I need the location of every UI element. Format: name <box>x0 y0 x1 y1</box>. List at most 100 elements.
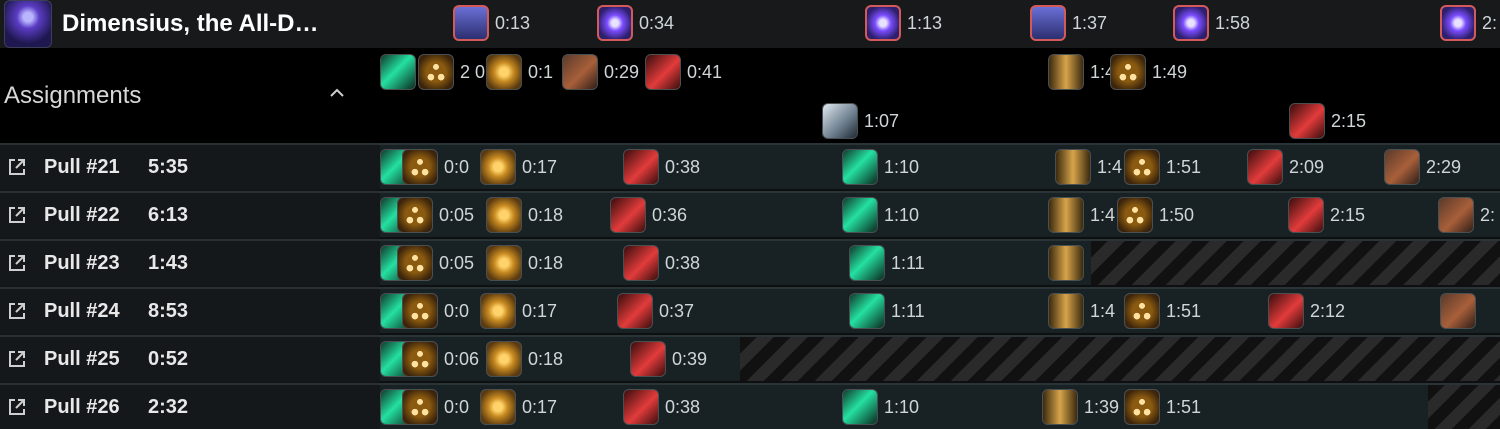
wing-icon[interactable] <box>562 54 598 90</box>
external-link-icon[interactable] <box>6 396 28 418</box>
pull-timeline-row: 0:050:180:381:111:40 <box>380 239 1500 285</box>
swirl-icon[interactable] <box>480 389 516 425</box>
green-icon[interactable] <box>842 389 878 425</box>
timeline-panel: 0:13 0:34 1:13 1:37 1:58 2: 2 0:0 0:1 0:29 0:41 1… <box>380 0 1500 429</box>
pull-row[interactable]: Pull #21 5:35 <box>0 143 380 189</box>
event-time: 0:17 <box>522 301 558 321</box>
gold-icon[interactable] <box>1124 149 1160 185</box>
event-time: 1:11 <box>891 253 925 273</box>
swirl-icon[interactable] <box>486 197 522 233</box>
event-time: 2: <box>1482 13 1498 33</box>
wing-icon[interactable] <box>1440 293 1476 329</box>
red-icon[interactable] <box>630 341 666 377</box>
chev-icon[interactable] <box>1042 389 1078 425</box>
event-time: 2:12 <box>1310 301 1346 321</box>
assignments-timeline: 2 0:0 0:1 0:29 0:41 1:40 1:49 1:07 2:15 <box>380 48 1500 143</box>
swirl-icon[interactable] <box>480 149 516 185</box>
no-data-hatch <box>1428 385 1500 429</box>
red-icon[interactable] <box>623 245 659 281</box>
event-time: 0:41 <box>687 62 723 82</box>
gold-icon[interactable] <box>418 54 454 90</box>
event-time: 1:49 <box>1152 62 1188 82</box>
green-icon[interactable] <box>842 197 878 233</box>
event-time: 1:4 <box>1090 205 1116 225</box>
swirl-icon[interactable] <box>480 293 516 329</box>
external-link-icon[interactable] <box>6 204 28 226</box>
gold-icon[interactable] <box>402 341 438 377</box>
event-time: 0:38 <box>665 397 701 417</box>
gold-icon[interactable] <box>402 293 438 329</box>
gold-icon[interactable] <box>1110 54 1146 90</box>
chev-icon[interactable] <box>1048 245 1084 281</box>
pull-row[interactable]: Pull #23 1:43 <box>0 239 380 285</box>
green-icon[interactable] <box>380 54 416 90</box>
pull-duration: 8:53 <box>148 299 189 322</box>
red-icon[interactable] <box>645 54 681 90</box>
pull-row[interactable]: Pull #24 8:53 <box>0 287 380 333</box>
external-link-icon[interactable] <box>6 300 28 322</box>
event-time: 2: <box>1480 205 1496 225</box>
pull-duration: 2:32 <box>148 395 189 418</box>
chev-icon[interactable] <box>1048 54 1084 90</box>
pull-duration: 6:13 <box>148 203 189 226</box>
arcane-icon[interactable] <box>597 5 633 41</box>
external-link-icon[interactable] <box>6 156 28 178</box>
swirl-icon[interactable] <box>486 54 522 90</box>
red-icon[interactable] <box>617 293 653 329</box>
event-time: 0:37 <box>659 301 695 321</box>
pull-row[interactable]: Pull #25 0:52 <box>0 335 380 381</box>
no-data-hatch <box>1091 241 1500 285</box>
external-link-icon[interactable] <box>6 252 28 274</box>
red-icon[interactable] <box>1247 149 1283 185</box>
boss-avatar <box>4 0 52 48</box>
assignments-section[interactable]: Assignments <box>0 48 380 143</box>
event-time: 0:0 <box>444 397 470 417</box>
red-icon[interactable] <box>1288 197 1324 233</box>
red-icon[interactable] <box>623 149 659 185</box>
ghost-icon[interactable] <box>822 103 858 139</box>
green-icon[interactable] <box>849 293 885 329</box>
red-icon[interactable] <box>1268 293 1304 329</box>
swirl-icon[interactable] <box>486 341 522 377</box>
gold-icon[interactable] <box>397 197 433 233</box>
gold-icon[interactable] <box>402 389 438 425</box>
gold-icon[interactable] <box>1117 197 1153 233</box>
event-time: 1:51 <box>1166 301 1202 321</box>
chevron-up-icon[interactable] <box>328 84 346 102</box>
event-time: 1:58 <box>1215 13 1251 33</box>
event-time: 1:39 <box>1084 397 1120 417</box>
pull-timeline-row: 0:0 0:17 0:38 1:10 1:4 1:51 2:09 2:29 <box>380 143 1500 189</box>
external-link-icon[interactable] <box>6 348 28 370</box>
green-icon[interactable] <box>849 245 885 281</box>
arcane-icon[interactable] <box>1440 5 1476 41</box>
event-time: 0:18 <box>528 205 564 225</box>
swirl-icon[interactable] <box>486 245 522 281</box>
pillar-icon[interactable] <box>453 5 489 41</box>
green-icon[interactable] <box>842 149 878 185</box>
red-icon[interactable] <box>1289 103 1325 139</box>
red-icon[interactable] <box>610 197 646 233</box>
event-time: 0:38 <box>665 157 701 177</box>
red-icon[interactable] <box>623 389 659 425</box>
pull-timeline-row: 0:06 0:18 0:39 <box>380 335 1500 381</box>
boss-header[interactable]: Dimensius, the All-D… <box>0 0 380 48</box>
boss-name: Dimensius, the All-D… <box>62 10 319 37</box>
gold-icon[interactable] <box>397 245 433 281</box>
wing-icon[interactable] <box>1384 149 1420 185</box>
gold-icon[interactable] <box>1124 389 1160 425</box>
chev-icon[interactable] <box>1048 293 1084 329</box>
gold-icon[interactable] <box>1124 293 1160 329</box>
pull-row[interactable]: Pull #22 6:13 <box>0 191 380 237</box>
pillar-icon[interactable] <box>1030 5 1066 41</box>
chev-icon[interactable] <box>1055 149 1091 185</box>
arcane-icon[interactable] <box>1173 5 1209 41</box>
pull-row[interactable]: Pull #26 2:32 <box>0 383 380 429</box>
event-time: 1:10 <box>884 205 920 225</box>
arcane-icon[interactable] <box>865 5 901 41</box>
event-time: 2:15 <box>1330 205 1366 225</box>
chev-icon[interactable] <box>1048 197 1084 233</box>
wing-icon[interactable] <box>1438 197 1474 233</box>
pull-name: Pull #25 <box>44 347 120 370</box>
event-time: 1:4 <box>1090 301 1116 321</box>
gold-icon[interactable] <box>402 149 438 185</box>
